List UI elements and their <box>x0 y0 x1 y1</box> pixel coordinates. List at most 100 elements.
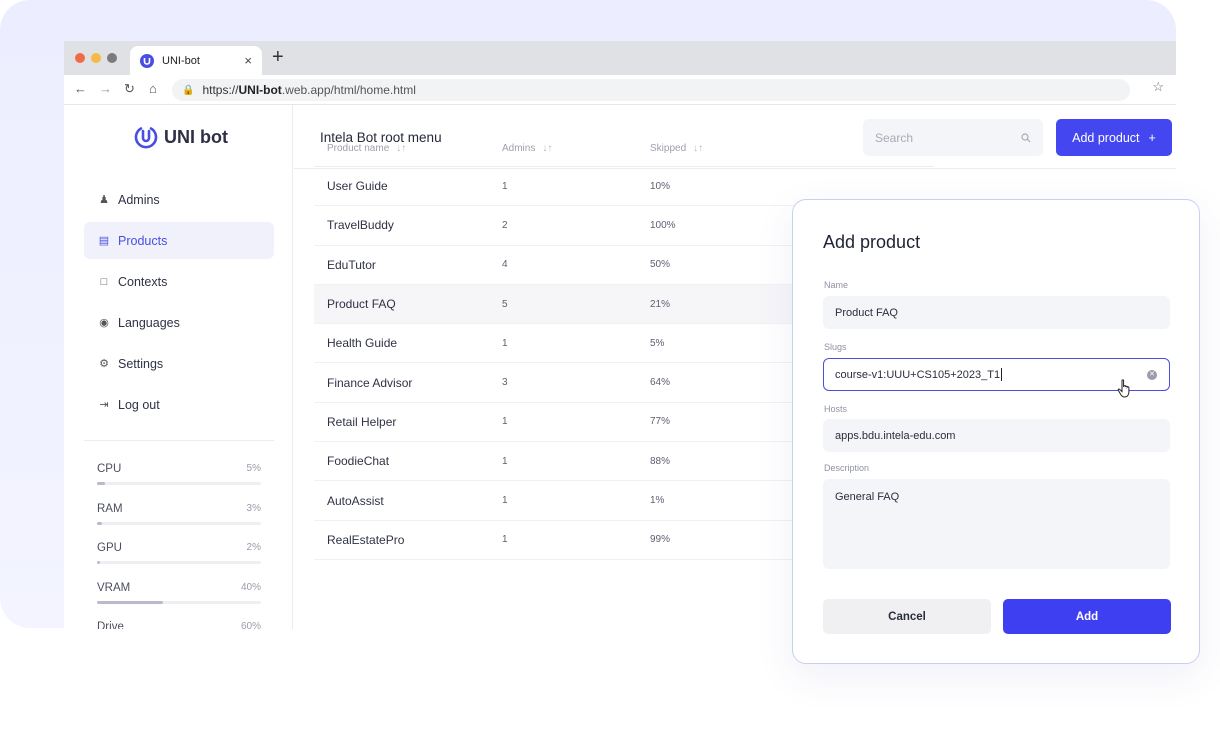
tab-close-icon[interactable]: × <box>244 53 252 68</box>
modal-title: Add product <box>823 232 921 252</box>
url-scheme: https:// <box>202 83 239 97</box>
cell-admins: 1 <box>502 534 508 546</box>
cell-admins: 1 <box>502 337 508 349</box>
resource-bar <box>97 521 261 525</box>
cell-product-name: AutoAssist <box>327 493 384 508</box>
slugs-label: Slugs <box>824 342 847 352</box>
sidebar-item-label: Contexts <box>118 274 168 289</box>
cell-product-name: EduTutor <box>327 257 376 272</box>
home-icon[interactable]: ⌂ <box>149 82 157 96</box>
cell-product-name: Health Guide <box>327 336 398 351</box>
sidebar-item-products[interactable]: ▤ Products <box>84 222 274 259</box>
gear-icon: ⚙ <box>99 358 109 370</box>
resource-value: 5% <box>246 463 261 474</box>
add-button[interactable]: Add <box>1003 599 1171 634</box>
sidebar-item-contexts[interactable]: □ Contexts <box>84 263 274 300</box>
window-maximize-dot[interactable] <box>107 53 117 63</box>
resource-value: 2% <box>246 542 261 553</box>
lock-icon: 🔒 <box>182 84 195 96</box>
forward-arrow-icon[interactable]: → <box>99 82 112 96</box>
text-caret <box>1001 368 1003 381</box>
sort-icon[interactable]: ↓↑ <box>542 143 552 154</box>
sidebar-item-label: Settings <box>118 356 164 371</box>
cell-skipped: 64% <box>650 377 671 389</box>
description-label: Description <box>824 463 870 473</box>
window-close-dot[interactable] <box>75 53 85 63</box>
name-value: Product FAQ <box>835 306 898 319</box>
url-host: UNI-bot <box>238 83 282 97</box>
column-header-skipped[interactable]: Skipped ↓↑ <box>650 143 800 154</box>
resource-bar <box>97 600 261 604</box>
cell-admins: 2 <box>502 219 508 231</box>
sidebar-item-settings[interactable]: ⚙ Settings <box>84 345 274 382</box>
resource-bar-fill <box>97 521 102 525</box>
resource-usage: CPU 5% RAM 3% GPU 2% VRAM 40% Drive 60% <box>97 463 261 629</box>
cell-product-name: RealEstatePro <box>327 532 405 547</box>
hosts-label: Hosts <box>824 404 848 414</box>
column-header-admins[interactable]: Admins ↓↑ <box>502 143 650 154</box>
plus-icon: + <box>1148 130 1156 145</box>
bookmark-star-icon[interactable]: ☆ <box>1152 79 1164 95</box>
uni-bot-favicon-icon <box>140 53 154 68</box>
resource-ram: RAM 3% <box>97 503 261 543</box>
cell-admins: 1 <box>502 180 508 192</box>
cell-skipped: 5% <box>650 337 665 349</box>
address-bar: ← → ↻ ⌂ 🔒 https://UNI-bot .web.app/html/h… <box>64 75 1176 105</box>
cancel-button[interactable]: Cancel <box>823 599 991 634</box>
cell-admins: 1 <box>502 416 508 428</box>
add-product-button[interactable]: Add product + <box>1056 119 1172 156</box>
sidebar-item-label: Admins <box>118 192 160 207</box>
logout-icon: ⇥ <box>99 399 109 411</box>
cell-admins: 3 <box>502 377 508 389</box>
sidebar-item-label: Log out <box>118 397 160 412</box>
uni-bot-logo-icon <box>134 127 158 149</box>
cell-skipped: 50% <box>650 259 671 271</box>
app-logo[interactable]: UNI bot <box>134 125 228 149</box>
reload-icon[interactable]: ↻ <box>124 82 135 96</box>
name-field[interactable]: Product FAQ <box>823 296 1170 329</box>
sidebar-item-languages[interactable]: ◉ Languages <box>84 304 274 341</box>
clear-icon[interactable]: ✕ <box>1147 370 1157 380</box>
hosts-field[interactable]: apps.bdu.intela-edu.com <box>823 419 1170 452</box>
resource-bar-fill <box>97 600 163 604</box>
list-icon: ▤ <box>98 235 110 247</box>
resource-name: RAM <box>97 502 123 515</box>
slugs-value: course-v1:UUU+CS105+2023_T1 <box>835 368 1001 381</box>
window-minimize-dot[interactable] <box>91 53 101 63</box>
globe-icon: ◉ <box>99 317 109 329</box>
add-product-label: Add product <box>1072 130 1140 145</box>
cell-product-name: User Guide <box>327 179 388 194</box>
resource-cpu: CPU 5% <box>97 463 261 503</box>
resource-name: GPU <box>97 542 122 554</box>
hand-pointer-cursor-icon <box>1117 379 1130 398</box>
resource-bar <box>97 561 261 564</box>
cell-product-name: FoodieChat <box>327 454 390 469</box>
sidebar: UNI bot ♟ Admins ▤ Products □ Contexts ◉… <box>64 105 293 629</box>
cell-product-name: TravelBuddy <box>327 218 394 233</box>
name-label: Name <box>824 280 849 290</box>
hosts-value: apps.bdu.intela-edu.com <box>835 429 956 442</box>
resource-bar-fill <box>97 482 106 485</box>
url-path: .web.app/html/home.html <box>281 83 416 97</box>
sort-icon[interactable]: ↓↑ <box>396 143 406 154</box>
column-header-product-name[interactable]: Product name ↓↑ <box>314 143 502 154</box>
help-box-icon: □ <box>100 275 108 288</box>
sidebar-item-label: Languages <box>118 315 180 330</box>
sidebar-item-admins[interactable]: ♟ Admins <box>84 181 274 218</box>
url-field[interactable]: 🔒 https://UNI-bot .web.app/html/home.html <box>172 79 1130 101</box>
sidebar-menu: ♟ Admins ▤ Products □ Contexts ◉ Languag… <box>84 181 274 427</box>
description-field[interactable]: General FAQ <box>823 479 1170 569</box>
resource-value: 3% <box>246 502 261 514</box>
resource-name: VRAM <box>97 581 131 594</box>
cell-skipped: 1% <box>650 495 665 507</box>
sidebar-item-logout[interactable]: ⇥ Log out <box>84 386 274 423</box>
sidebar-item-label: Products <box>118 233 168 248</box>
resource-gpu: GPU 2% <box>97 542 261 582</box>
tab-title: UNI-bot <box>162 54 200 67</box>
sort-icon[interactable]: ↓↑ <box>693 143 703 154</box>
browser-tab[interactable]: UNI-bot × <box>130 46 262 75</box>
new-tab-icon[interactable]: + <box>272 47 284 67</box>
resource-vram: VRAM 40% <box>97 582 261 622</box>
back-arrow-icon[interactable]: ← <box>74 82 87 96</box>
cell-admins: 1 <box>502 455 508 467</box>
